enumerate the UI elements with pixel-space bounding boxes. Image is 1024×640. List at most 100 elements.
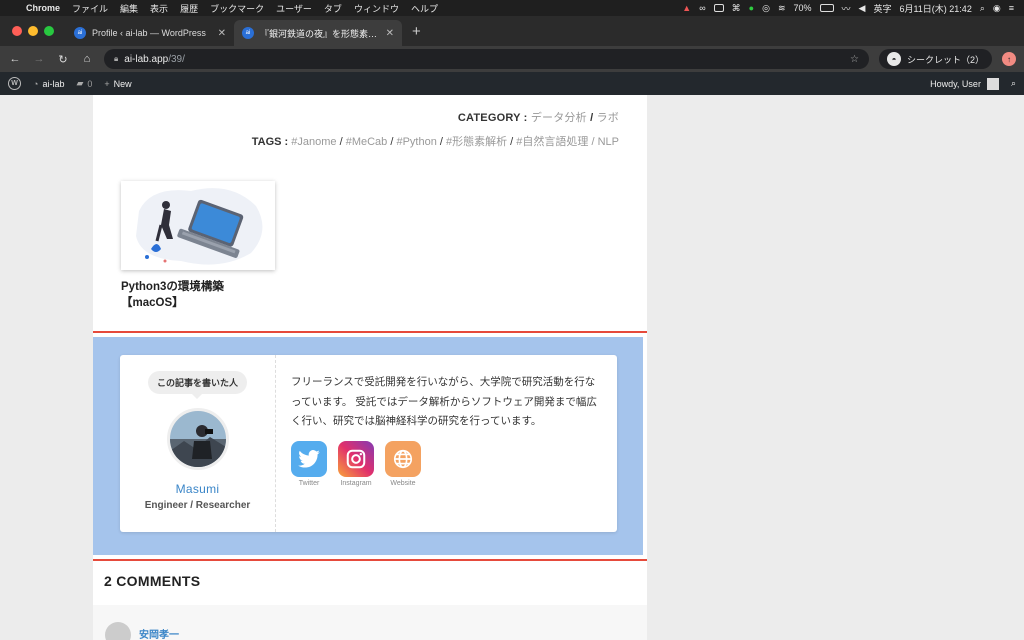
related-post-title-line: Python3の環境構築 xyxy=(121,281,224,293)
tab-favicon: ai xyxy=(74,27,86,39)
menu-history[interactable]: 履歴 xyxy=(180,2,198,15)
activity-icon[interactable]: 〰 xyxy=(842,2,851,15)
menubar-status-area: ▲ ∞ ⌘ ● ◎ ≋ 70% 〰 ◀ 英字 6月11日(木) 21:42 ⌕ … xyxy=(682,2,1014,15)
accessibility-icon[interactable]: ◎ xyxy=(762,3,770,14)
post-content: CATEGORY : データ分析 / ラボ TAGS : #Janome / #… xyxy=(93,95,647,640)
wp-site-link[interactable]: ◔ ai-lab xyxy=(33,79,64,89)
menu-view[interactable]: 表示 xyxy=(150,2,168,15)
category-link[interactable]: ラボ xyxy=(597,112,619,124)
battery-percent[interactable]: 70% xyxy=(793,3,811,13)
author-role: Engineer / Researcher xyxy=(144,500,251,511)
tab-title: 『銀河鉄道の夜』を形態素解析してみた xyxy=(260,28,380,39)
twitter-icon xyxy=(291,440,327,477)
menu-edit[interactable]: 編集 xyxy=(120,2,138,15)
menu-file[interactable]: ファイル xyxy=(72,2,108,15)
menu-users[interactable]: ユーザー xyxy=(276,2,312,15)
tab-profile[interactable]: ai Profile ‹ ai-lab — WordPress ✕ xyxy=(66,20,234,46)
browser-tab-bar: ai Profile ‹ ai-lab — WordPress ✕ ai 『銀河… xyxy=(0,16,1024,46)
back-arrow-icon[interactable]: ← xyxy=(8,53,22,65)
browser-toolbar: ← → ↻ ⌂ 🔒︎ ai-lab.app/39/ ☆ ◓ シークレット（2） … xyxy=(0,46,1024,72)
author-name[interactable]: Masumi xyxy=(176,482,220,496)
related-post-title-line: 【macOS】 xyxy=(121,297,184,309)
tab-current-post[interactable]: ai 『銀河鉄道の夜』を形態素解析してみた ✕ xyxy=(234,20,402,46)
instagram-link[interactable]: Instagram xyxy=(338,440,374,487)
spotlight-icon[interactable]: ⌕ xyxy=(980,3,985,14)
instagram-icon xyxy=(338,440,374,477)
tag-link[interactable]: #形態素解析 xyxy=(446,136,507,148)
volume-icon[interactable]: ◀ xyxy=(859,3,866,14)
window-controls xyxy=(0,16,66,46)
laptop-illustration xyxy=(136,188,263,265)
tag-link[interactable]: #Python xyxy=(396,136,436,148)
howdy-label: Howdy, User xyxy=(930,78,981,89)
tag-link[interactable]: #自然言語処理 xyxy=(516,136,588,148)
reload-icon[interactable]: ↻ xyxy=(56,53,70,66)
app-icon[interactable] xyxy=(713,4,724,12)
wifi-icon[interactable]: ≋ xyxy=(778,3,786,14)
author-profile: この記事を書いた人 Masumi Engineer / Researcher xyxy=(120,355,276,532)
wp-account[interactable]: Howdy, User ⌕ xyxy=(930,77,1016,90)
close-window-button[interactable] xyxy=(12,26,22,36)
post-categories: CATEGORY : データ分析 / ラボ xyxy=(457,112,619,124)
menu-window[interactable]: ウィンドウ xyxy=(354,2,399,15)
home-icon[interactable]: ⌂ xyxy=(80,53,94,65)
commenter-avatar xyxy=(105,622,131,640)
user-icon[interactable]: ◉ xyxy=(993,3,1001,14)
globe-icon xyxy=(385,440,421,477)
url-host: ai-lab.app xyxy=(124,53,169,65)
user-avatar xyxy=(986,77,999,90)
incognito-label: シークレット（2） xyxy=(906,54,984,65)
comment-icon: ▰ xyxy=(76,78,84,88)
incognito-icon: ◓ xyxy=(886,52,901,66)
line-icon[interactable]: ● xyxy=(749,3,754,13)
related-post-title[interactable]: Python3の環境構築 【macOS】 xyxy=(121,279,271,311)
update-icon[interactable]: ↑ xyxy=(1002,52,1016,66)
close-tab-icon[interactable]: ✕ xyxy=(386,28,394,39)
menu-app-name[interactable]: Chrome xyxy=(26,3,60,13)
commenter-name[interactable]: 安岡孝一 xyxy=(139,626,179,640)
clock[interactable]: 6月11日(木) 21:42 xyxy=(899,2,971,15)
author-bio: フリーランスで受託開発を行いながら、大学院で研究活動を行なっています。 受託では… xyxy=(291,376,597,427)
author-avatar[interactable] xyxy=(166,408,229,470)
wp-new-link[interactable]: + New xyxy=(104,79,131,89)
dashboard-icon: ◔ xyxy=(33,78,39,89)
post-tags: TAGS : #Janome / #MeCab / #Python / #形態素… xyxy=(251,136,619,148)
menu-help[interactable]: ヘルプ xyxy=(411,2,438,15)
twitter-link[interactable]: Twitter xyxy=(291,440,327,487)
glasses-icon[interactable]: ∞ xyxy=(699,3,705,13)
incognito-indicator[interactable]: ◓ シークレット（2） xyxy=(878,49,992,69)
author-card: この記事を書いた人 Masumi Engineer / Researcher フ… xyxy=(120,355,617,532)
wp-comment-count: 0 xyxy=(87,78,93,89)
wordpress-logo-icon[interactable]: W xyxy=(8,77,21,90)
menu-tab[interactable]: タブ xyxy=(324,2,342,15)
bookmark-star-icon[interactable]: ☆ xyxy=(850,54,859,65)
tag-link[interactable]: #MeCab xyxy=(346,136,388,148)
input-source[interactable]: 英字 xyxy=(873,2,891,15)
wp-admin-bar: W ◔ ai-lab ▰ 0 + New Howdy, User ⌕ xyxy=(0,72,1024,95)
control-center-icon[interactable]: ≡ xyxy=(1009,3,1014,13)
lock-icon[interactable]: 🔒︎ xyxy=(114,54,118,64)
website-link[interactable]: Website xyxy=(385,440,421,487)
menu-bookmarks[interactable]: ブックマーク xyxy=(210,2,264,15)
wp-site-name: ai-lab xyxy=(42,78,65,89)
warning-icon[interactable]: ▲ xyxy=(682,3,691,13)
tag-link[interactable]: NLP xyxy=(598,136,619,148)
related-post-thumbnail[interactable] xyxy=(121,181,275,270)
plus-icon: + xyxy=(104,78,110,89)
author-social-links: Twitter Instagram Website xyxy=(291,440,603,487)
tag-link[interactable]: #Janome xyxy=(291,136,336,148)
minimize-window-button[interactable] xyxy=(28,26,38,36)
address-bar[interactable]: 🔒︎ ai-lab.app/39/ ☆ xyxy=(104,49,869,69)
new-tab-icon[interactable]: + xyxy=(402,23,431,46)
forward-arrow-icon[interactable]: → xyxy=(32,53,46,65)
battery-icon[interactable] xyxy=(819,4,834,12)
category-label: CATEGORY : xyxy=(457,112,528,124)
close-tab-icon[interactable]: ✕ xyxy=(218,28,226,39)
zoom-window-button[interactable] xyxy=(44,26,54,36)
search-icon[interactable]: ⌕ xyxy=(1011,78,1016,89)
wp-comments-link[interactable]: ▰ 0 xyxy=(76,78,92,89)
category-link[interactable]: データ分析 xyxy=(531,112,587,124)
command-icon[interactable]: ⌘ xyxy=(732,3,741,14)
macos-menubar: Chrome ファイル 編集 表示 履歴 ブックマーク ユーザー タブ ウィンド… xyxy=(0,0,1024,16)
author-box-background: この記事を書いた人 Masumi Engineer / Researcher フ… xyxy=(93,337,643,555)
